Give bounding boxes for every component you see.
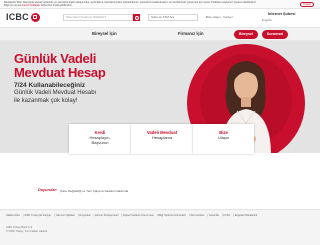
individual-login-button[interactable]: Bireysel — [234, 30, 258, 39]
search-button[interactable] — [133, 14, 140, 21]
hero-subtitle-line-2: ile kazanmak çok kolay! — [14, 97, 78, 104]
announcement-link[interactable]: Şube Değişikliği ve Yeni Çalışma Saatler… — [60, 189, 128, 193]
footer-link[interactable]: Duyurular — [79, 214, 90, 217]
hero-title-line-2: Mevduat Hesap — [14, 65, 106, 80]
icbc-logo[interactable]: ICBC — [6, 12, 40, 22]
hero-subtitle-bold: 7/24 Kullanabileceğiniz — [14, 82, 86, 89]
announcement-row: Duyurular › Şube Değişikliği ve Yeni Çal… — [38, 187, 298, 195]
nav-item-individual[interactable]: Bireysel İçin — [92, 31, 117, 36]
card-contact[interactable]: Bize Ulaşın — [193, 124, 254, 154]
online-banking-link[interactable]: İnternet Şubesi — [268, 12, 295, 16]
cookie-suffix: bölümünü inceleyebilirsiniz. — [40, 4, 73, 8]
search-input[interactable]: Size Nasıl Yardımcı Olabiliriz? — [63, 14, 133, 21]
icbc-emblem-icon — [30, 12, 40, 22]
footer: Hakkımızda | ICBC Turkey'de Kariyer | Yatı… — [0, 209, 320, 245]
footer-link[interactable]: Site Haritası — [190, 214, 204, 217]
corporate-login-button[interactable]: Kurumsal — [262, 30, 288, 39]
branch-atm-select[interactable]: Şube ve ATM Ara — [148, 14, 198, 21]
cookie-policy-link[interactable]: Çerez Politikası — [22, 4, 40, 7]
card-deposit[interactable]: Vadeli Mevduat Hesaplama — [131, 124, 193, 154]
hero-title: Günlük Vadeli Mevduat Hesap — [14, 51, 106, 80]
utility-links[interactable]: Bize ulaşın · Kariyer — [206, 15, 233, 19]
cookie-text-line-2: Bilgi için ayrıca Çerez Politikası bölüm… — [4, 4, 266, 7]
nav-item-corporate[interactable]: Firmanız İçin — [178, 31, 204, 36]
footer-link[interactable]: Hakkımızda — [6, 214, 20, 217]
footer-link[interactable]: Kişisel Verilerin Korunması — [123, 214, 154, 217]
cookie-prefix: Bilgi için ayrıca — [4, 4, 22, 8]
footer-links: Hakkımızda | ICBC Turkey'de Kariyer | Yatı… — [6, 214, 258, 217]
footer-link[interactable]: Yatırımcı İlişkileri — [56, 214, 75, 217]
cookie-text: Bankacılık Web Sitemizde kişisel veriler… — [4, 1, 266, 8]
card-loan[interactable]: Kredi Hesaplayın, Başvurun — [69, 124, 131, 154]
main-nav: Bireysel İçin Firmanız İçin Bireysel Kur… — [0, 27, 320, 41]
card-contact-subtitle: Ulaşın — [217, 135, 230, 140]
footer-link[interactable]: KVKK — [223, 214, 230, 217]
footer-link[interactable]: Bilgi Toplumu Hizmetleri — [158, 214, 186, 217]
card-deposit-subtitle: Hesaplama — [151, 135, 173, 140]
hero-subtitle: Günlük Vadeli Mevduat Hesabı ile kazanma… — [14, 90, 96, 105]
card-loan-subtitle-2: Başvurun — [91, 140, 109, 145]
footer-link[interactable]: Hizmet Sözleşmeleri — [95, 214, 119, 217]
cookie-close-button[interactable]: Kapat — [300, 2, 314, 7]
footer-copyright-line-2: © ICBC Turkey. Tüm hakları saklıdır. — [6, 229, 48, 233]
chevron-right-icon: › — [56, 188, 58, 192]
footer-link[interactable]: Engelsiz Bankacılık — [235, 214, 258, 217]
hero-subtitle-line-1: Günlük Vadeli Mevduat Hesabı — [14, 90, 97, 96]
footer-link[interactable]: ICBC Turkey'de Kariyer — [24, 214, 51, 217]
cookie-consent-bar: Bankacılık Web Sitemizde kişisel veriler… — [0, 0, 320, 9]
language-link[interactable]: English — [262, 18, 272, 22]
logo-text: ICBC — [6, 12, 29, 22]
footer-copyright: ICBC Turkey Bank A.Ş. © ICBC Turkey. Tüm… — [6, 226, 48, 233]
announcement-label: Duyurular — [38, 188, 56, 192]
hero-title-line-1: Günlük Vadeli — [14, 51, 97, 66]
footer-link[interactable]: Güvenlik — [209, 214, 219, 217]
